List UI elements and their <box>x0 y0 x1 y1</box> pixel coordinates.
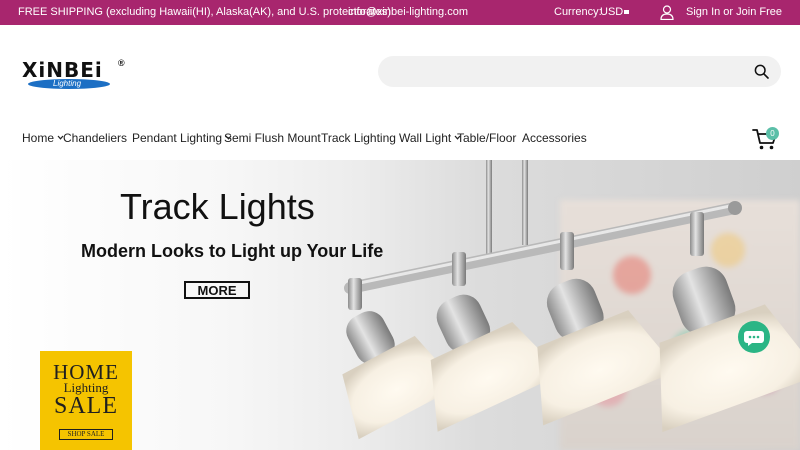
track-light-fixture-image <box>342 160 800 440</box>
home-lighting-sale-promo[interactable]: HOME Lighting SALE SHOP SALE <box>40 351 132 450</box>
nav-item-label: Accessories <box>522 131 587 145</box>
promo-line-sale: SALE <box>54 393 118 419</box>
nav-item-label: Pendant Lighting <box>132 131 223 145</box>
currency-selector[interactable]: USD <box>600 6 623 18</box>
chat-bubble-icon <box>744 331 764 346</box>
nav-item-home[interactable]: Home <box>22 131 64 145</box>
nav-item-table-floor[interactable]: Table/Floor <box>457 131 516 145</box>
shipping-notice: FREE SHIPPING (excluding Hawaii(HI), Ala… <box>18 6 391 18</box>
top-announcement-bar: FREE SHIPPING (excluding Hawaii(HI), Ala… <box>0 0 800 25</box>
nav-item-accessories[interactable]: Accessories <box>522 131 587 145</box>
nav-item-label: Wall Light <box>399 131 452 145</box>
hero-title: Track Lights <box>120 186 315 227</box>
nav-item-label: Semi Flush Mount <box>224 131 321 145</box>
search-icon[interactable] <box>754 64 769 79</box>
nav-item-track-lighting[interactable]: Track Lighting <box>321 131 396 145</box>
nav-item-label: Track Lighting <box>321 131 396 145</box>
logo-sub-text: Lighting <box>53 79 82 88</box>
nav-item-wall-light[interactable]: Wall Light <box>399 131 461 145</box>
chat-widget-button[interactable] <box>738 321 770 353</box>
contact-email-link[interactable]: info@xinbei-lighting.com <box>348 6 468 18</box>
nav-item-pendant-lighting[interactable]: Pendant Lighting <box>132 131 232 145</box>
currency-dropdown-icon[interactable] <box>624 10 629 14</box>
more-button[interactable]: MORE <box>184 281 250 299</box>
cart-count-badge: 0 <box>766 127 779 140</box>
user-icon[interactable] <box>660 5 674 20</box>
hero-subtitle: Modern Looks to Light up Your Life <box>81 241 384 261</box>
sign-in-link[interactable]: Sign In or Join Free <box>686 6 782 18</box>
nav-item-label: Chandeliers <box>63 131 128 145</box>
currency-label: Currency: <box>554 6 602 18</box>
search-bar <box>378 56 781 87</box>
logo-registered-mark: ® <box>118 58 125 68</box>
shop-sale-button[interactable]: SHOP SALE <box>59 429 113 440</box>
nav-item-label: Table/Floor <box>457 131 517 145</box>
nav-item-semi-flush-mount[interactable]: Semi Flush Mount <box>224 131 321 145</box>
site-logo[interactable]: XiNBEi ® Lighting <box>22 58 130 92</box>
nav-item-chandeliers[interactable]: Chandeliers <box>63 131 127 145</box>
nav-item-label: Home <box>22 131 55 145</box>
search-input[interactable] <box>392 62 742 81</box>
